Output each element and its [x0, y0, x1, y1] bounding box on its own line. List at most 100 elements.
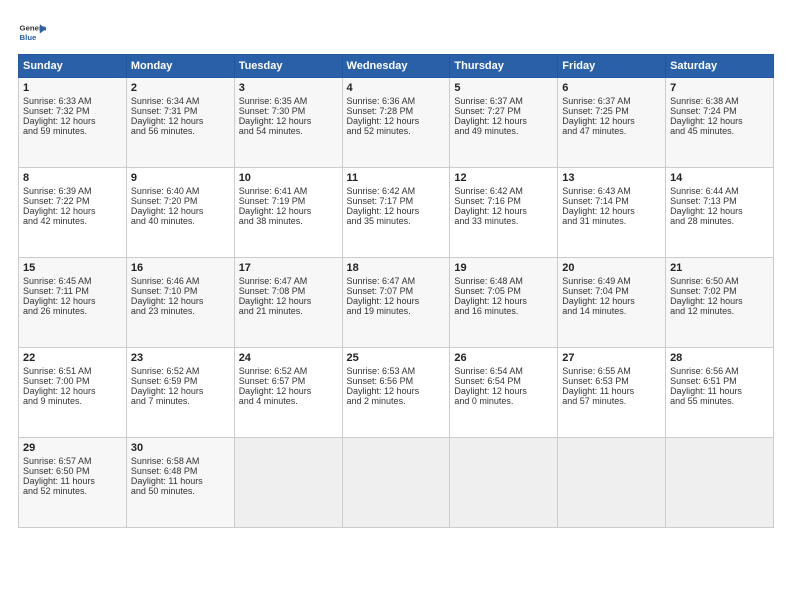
calendar-cell: 10Sunrise: 6:41 AMSunset: 7:19 PMDayligh…: [234, 168, 342, 258]
day-info-line: Daylight: 12 hours: [239, 296, 338, 306]
calendar-cell: [234, 438, 342, 528]
day-info-line: Sunrise: 6:40 AM: [131, 186, 230, 196]
day-info-line: Sunset: 7:10 PM: [131, 286, 230, 296]
day-info-line: Daylight: 12 hours: [454, 386, 553, 396]
weekday-header-row: SundayMondayTuesdayWednesdayThursdayFrid…: [19, 55, 774, 78]
day-info-line: and 9 minutes.: [23, 396, 122, 406]
day-number: 7: [670, 82, 769, 94]
day-info-line: Sunrise: 6:51 AM: [23, 366, 122, 376]
day-info-line: Sunset: 7:32 PM: [23, 106, 122, 116]
calendar-cell: 23Sunrise: 6:52 AMSunset: 6:59 PMDayligh…: [126, 348, 234, 438]
calendar-cell: 28 Sunrise: 6:56 AMSunset: 6:51 PMDayligh…: [666, 348, 774, 438]
day-info-line: and 23 minutes.: [131, 306, 230, 316]
day-info-line: and 49 minutes.: [454, 126, 553, 136]
calendar: SundayMondayTuesdayWednesdayThursdayFrid…: [18, 54, 774, 528]
day-number: 24: [239, 352, 338, 364]
day-info-line: Sunset: 7:20 PM: [131, 196, 230, 206]
calendar-cell: 27Sunrise: 6:55 AMSunset: 6:53 PMDayligh…: [558, 348, 666, 438]
day-info-line: Daylight: 12 hours: [23, 296, 122, 306]
calendar-cell: 30Sunrise: 6:58 AMSunset: 6:48 PMDayligh…: [126, 438, 234, 528]
day-info-line: Daylight: 12 hours: [562, 206, 661, 216]
day-info-line: Sunset: 7:19 PM: [239, 196, 338, 206]
day-number: 30: [131, 442, 230, 454]
day-info-line: Daylight: 12 hours: [239, 386, 338, 396]
calendar-cell: 20Sunrise: 6:49 AMSunset: 7:04 PMDayligh…: [558, 258, 666, 348]
day-info-line: and 14 minutes.: [562, 306, 661, 316]
day-info-line: and 28 minutes.: [670, 216, 769, 226]
day-number: 4: [347, 82, 446, 94]
week-row: 29Sunrise: 6:57 AMSunset: 6:50 PMDayligh…: [19, 438, 774, 528]
calendar-cell: 3Sunrise: 6:35 AMSunset: 7:30 PMDaylight…: [234, 78, 342, 168]
day-info-line: Sunrise: 6:34 AM: [131, 96, 230, 106]
calendar-cell: [450, 438, 558, 528]
day-info-line: Sunrise: 6:42 AM: [347, 186, 446, 196]
day-info-line: and 19 minutes.: [347, 306, 446, 316]
day-info-line: Daylight: 12 hours: [23, 206, 122, 216]
day-info-line: Sunrise: 6:56 AM: [670, 366, 769, 376]
day-info-line: Sunset: 7:28 PM: [347, 106, 446, 116]
day-info-line: Sunrise: 6:41 AM: [239, 186, 338, 196]
calendar-cell: [342, 438, 450, 528]
day-number: 8: [23, 172, 122, 184]
day-info-line: and 42 minutes.: [23, 216, 122, 226]
day-info-line: Sunset: 6:51 PM: [670, 376, 769, 386]
day-info-line: Daylight: 12 hours: [23, 386, 122, 396]
day-info-line: Daylight: 12 hours: [347, 206, 446, 216]
logo: General Blue: [18, 18, 46, 46]
day-number: 28: [670, 352, 769, 364]
weekday-header: Wednesday: [342, 55, 450, 78]
day-info-line: Sunrise: 6:53 AM: [347, 366, 446, 376]
day-info-line: Sunset: 7:07 PM: [347, 286, 446, 296]
day-info-line: Sunrise: 6:47 AM: [347, 276, 446, 286]
day-number: 13: [562, 172, 661, 184]
day-info-line: Sunrise: 6:42 AM: [454, 186, 553, 196]
day-info-line: Daylight: 12 hours: [562, 296, 661, 306]
day-number: 16: [131, 262, 230, 274]
day-info-line: Sunset: 7:25 PM: [562, 106, 661, 116]
day-info-line: Daylight: 11 hours: [131, 476, 230, 486]
header: General Blue: [18, 18, 774, 46]
weekday-header: Friday: [558, 55, 666, 78]
day-info-line: Sunset: 6:59 PM: [131, 376, 230, 386]
day-info-line: Sunset: 6:56 PM: [347, 376, 446, 386]
day-info-line: Sunrise: 6:55 AM: [562, 366, 661, 376]
day-number: 27: [562, 352, 661, 364]
day-info-line: Sunrise: 6:33 AM: [23, 96, 122, 106]
day-info-line: and 52 minutes.: [23, 486, 122, 496]
calendar-cell: 18Sunrise: 6:47 AMSunset: 7:07 PMDayligh…: [342, 258, 450, 348]
day-info-line: Sunset: 7:14 PM: [562, 196, 661, 206]
day-info-line: Sunrise: 6:37 AM: [562, 96, 661, 106]
day-info-line: and 56 minutes.: [131, 126, 230, 136]
calendar-cell: 13Sunrise: 6:43 AMSunset: 7:14 PMDayligh…: [558, 168, 666, 258]
day-number: 29: [23, 442, 122, 454]
weekday-header: Monday: [126, 55, 234, 78]
day-info-line: Daylight: 12 hours: [239, 206, 338, 216]
day-info-line: Daylight: 12 hours: [670, 296, 769, 306]
day-info-line: and 2 minutes.: [347, 396, 446, 406]
day-number: 23: [131, 352, 230, 364]
calendar-cell: 5Sunrise: 6:37 AMSunset: 7:27 PMDaylight…: [450, 78, 558, 168]
day-info-line: Daylight: 12 hours: [239, 116, 338, 126]
calendar-cell: 12Sunrise: 6:42 AMSunset: 7:16 PMDayligh…: [450, 168, 558, 258]
day-info-line: Daylight: 11 hours: [670, 386, 769, 396]
day-info-line: Daylight: 12 hours: [347, 386, 446, 396]
day-info-line: Sunset: 7:08 PM: [239, 286, 338, 296]
day-info-line: Sunrise: 6:37 AM: [454, 96, 553, 106]
day-info-line: Sunset: 7:31 PM: [131, 106, 230, 116]
day-info-line: Sunrise: 6:48 AM: [454, 276, 553, 286]
day-info-line: Sunrise: 6:54 AM: [454, 366, 553, 376]
day-info-line: Sunrise: 6:52 AM: [131, 366, 230, 376]
day-info-line: and 4 minutes.: [239, 396, 338, 406]
day-number: 19: [454, 262, 553, 274]
calendar-cell: 21Sunrise: 6:50 AMSunset: 7:02 PMDayligh…: [666, 258, 774, 348]
day-info-line: Daylight: 12 hours: [454, 206, 553, 216]
calendar-cell: 1Sunrise: 6:33 AMSunset: 7:32 PMDaylight…: [19, 78, 127, 168]
calendar-cell: 4Sunrise: 6:36 AMSunset: 7:28 PMDaylight…: [342, 78, 450, 168]
weekday-header: Saturday: [666, 55, 774, 78]
day-info-line: Sunset: 7:27 PM: [454, 106, 553, 116]
calendar-cell: 19Sunrise: 6:48 AMSunset: 7:05 PMDayligh…: [450, 258, 558, 348]
day-info-line: Sunset: 7:04 PM: [562, 286, 661, 296]
day-info-line: and 33 minutes.: [454, 216, 553, 226]
day-info-line: and 12 minutes.: [670, 306, 769, 316]
day-info-line: Sunrise: 6:44 AM: [670, 186, 769, 196]
